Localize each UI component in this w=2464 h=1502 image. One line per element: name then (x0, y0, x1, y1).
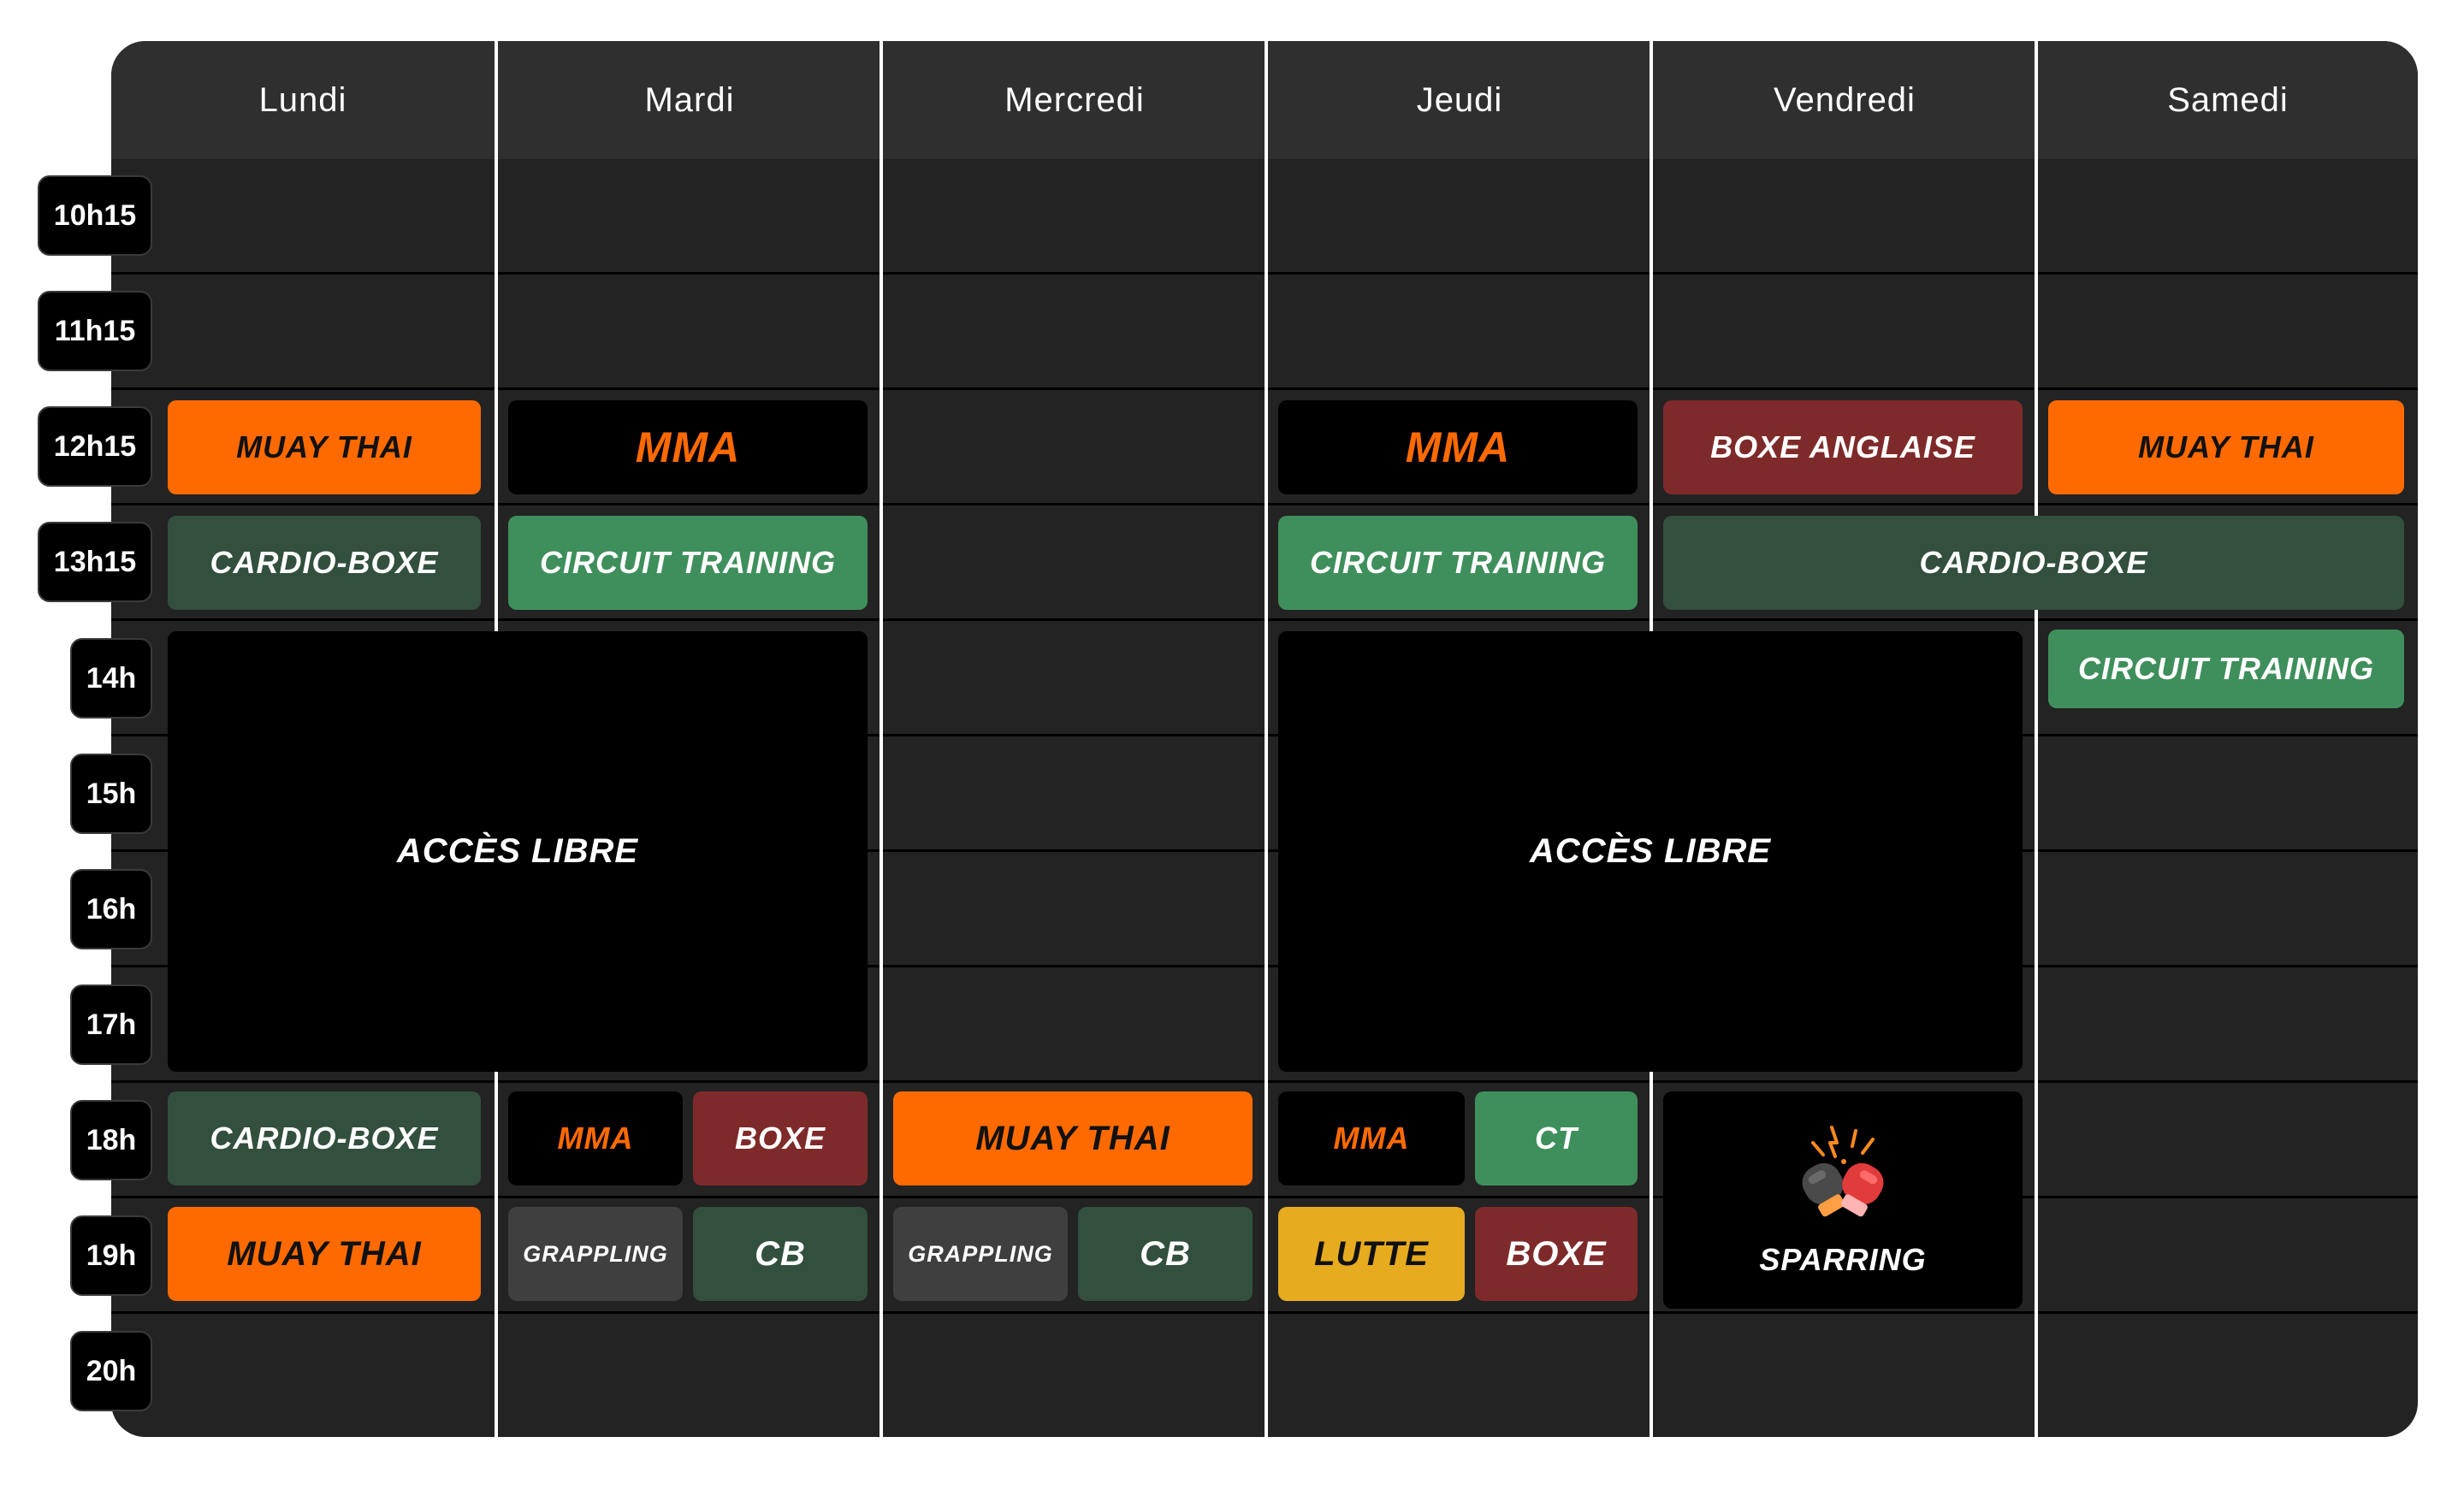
time-label-15h: 15h (70, 754, 152, 834)
time-label-13h15: 13h15 (38, 522, 152, 602)
event-cardio-boxe[interactable]: CARDIO-BOXE (168, 516, 481, 610)
event-muay-thai[interactable]: MUAY THAI (2048, 400, 2404, 494)
event-muay-thai[interactable]: MUAY THAI (168, 400, 481, 494)
event-cardio-boxe[interactable]: CARDIO-BOXE (1663, 516, 2404, 610)
column-divider (880, 41, 883, 1437)
day-header-mercredi: Mercredi (1004, 80, 1145, 119)
day-header-jeudi: Jeudi (1416, 80, 1503, 119)
time-label-17h: 17h (70, 985, 152, 1065)
column-divider (1265, 41, 1268, 1437)
event-circuit-training[interactable]: CIRCUIT TRAINING (1278, 516, 1638, 610)
event-lutte[interactable]: LUTTE (1278, 1207, 1465, 1301)
time-label-10h15: 10h15 (38, 175, 152, 256)
time-label-20h: 20h (70, 1331, 152, 1411)
event-circuit-training[interactable]: CIRCUIT TRAINING (508, 516, 868, 610)
event-cb[interactable]: CB (1078, 1207, 1253, 1301)
event-mma[interactable]: MMA (508, 1091, 683, 1186)
event-cb[interactable]: CB (693, 1207, 868, 1301)
event-mma[interactable]: MMA (1278, 400, 1638, 494)
event-grappling[interactable]: GRAPPLING (508, 1207, 683, 1301)
event-acces-libre[interactable]: ACCÈS LIBRE (168, 631, 868, 1072)
event-muay-thai[interactable]: MUAY THAI (893, 1091, 1253, 1186)
event-boxe[interactable]: BOXE (1475, 1207, 1638, 1301)
day-header-mardi: Mardi (644, 80, 735, 119)
event-boxe[interactable]: BOXE (693, 1091, 868, 1186)
boxing-gloves-clash-icon (1787, 1122, 1898, 1225)
event-sparring[interactable]: SPARRING (1663, 1091, 2023, 1309)
time-label-12h15: 12h15 (38, 406, 152, 487)
time-label-19h: 19h (70, 1215, 152, 1296)
event-ct[interactable]: CT (1475, 1091, 1638, 1186)
event-grappling[interactable]: GRAPPLING (893, 1207, 1068, 1301)
event-circuit-training[interactable]: CIRCUIT TRAINING (2048, 630, 2404, 708)
time-label-18h: 18h (70, 1100, 152, 1180)
event-boxe-anglaise[interactable]: BOXE ANGLAISE (1663, 400, 2023, 494)
event-mma[interactable]: MMA (1278, 1091, 1465, 1186)
event-muay-thai[interactable]: MUAY THAI (168, 1207, 481, 1301)
time-label-16h: 16h (70, 869, 152, 949)
day-header-lundi: Lundi (258, 80, 347, 119)
event-mma[interactable]: MMA (508, 400, 868, 494)
column-divider (2035, 41, 2038, 1437)
event-cardio-boxe[interactable]: CARDIO-BOXE (168, 1091, 481, 1186)
weekly-schedule: Lundi Mardi Mercredi Jeudi Vendredi Same… (111, 41, 2418, 1437)
event-acces-libre[interactable]: ACCÈS LIBRE (1278, 631, 2023, 1072)
time-label-14h: 14h (70, 638, 152, 718)
time-label-11h15: 11h15 (38, 291, 152, 371)
sparring-label: SPARRING (1759, 1242, 1927, 1277)
day-header-samedi: Samedi (2167, 80, 2289, 119)
day-header-vendredi: Vendredi (1774, 80, 1916, 119)
